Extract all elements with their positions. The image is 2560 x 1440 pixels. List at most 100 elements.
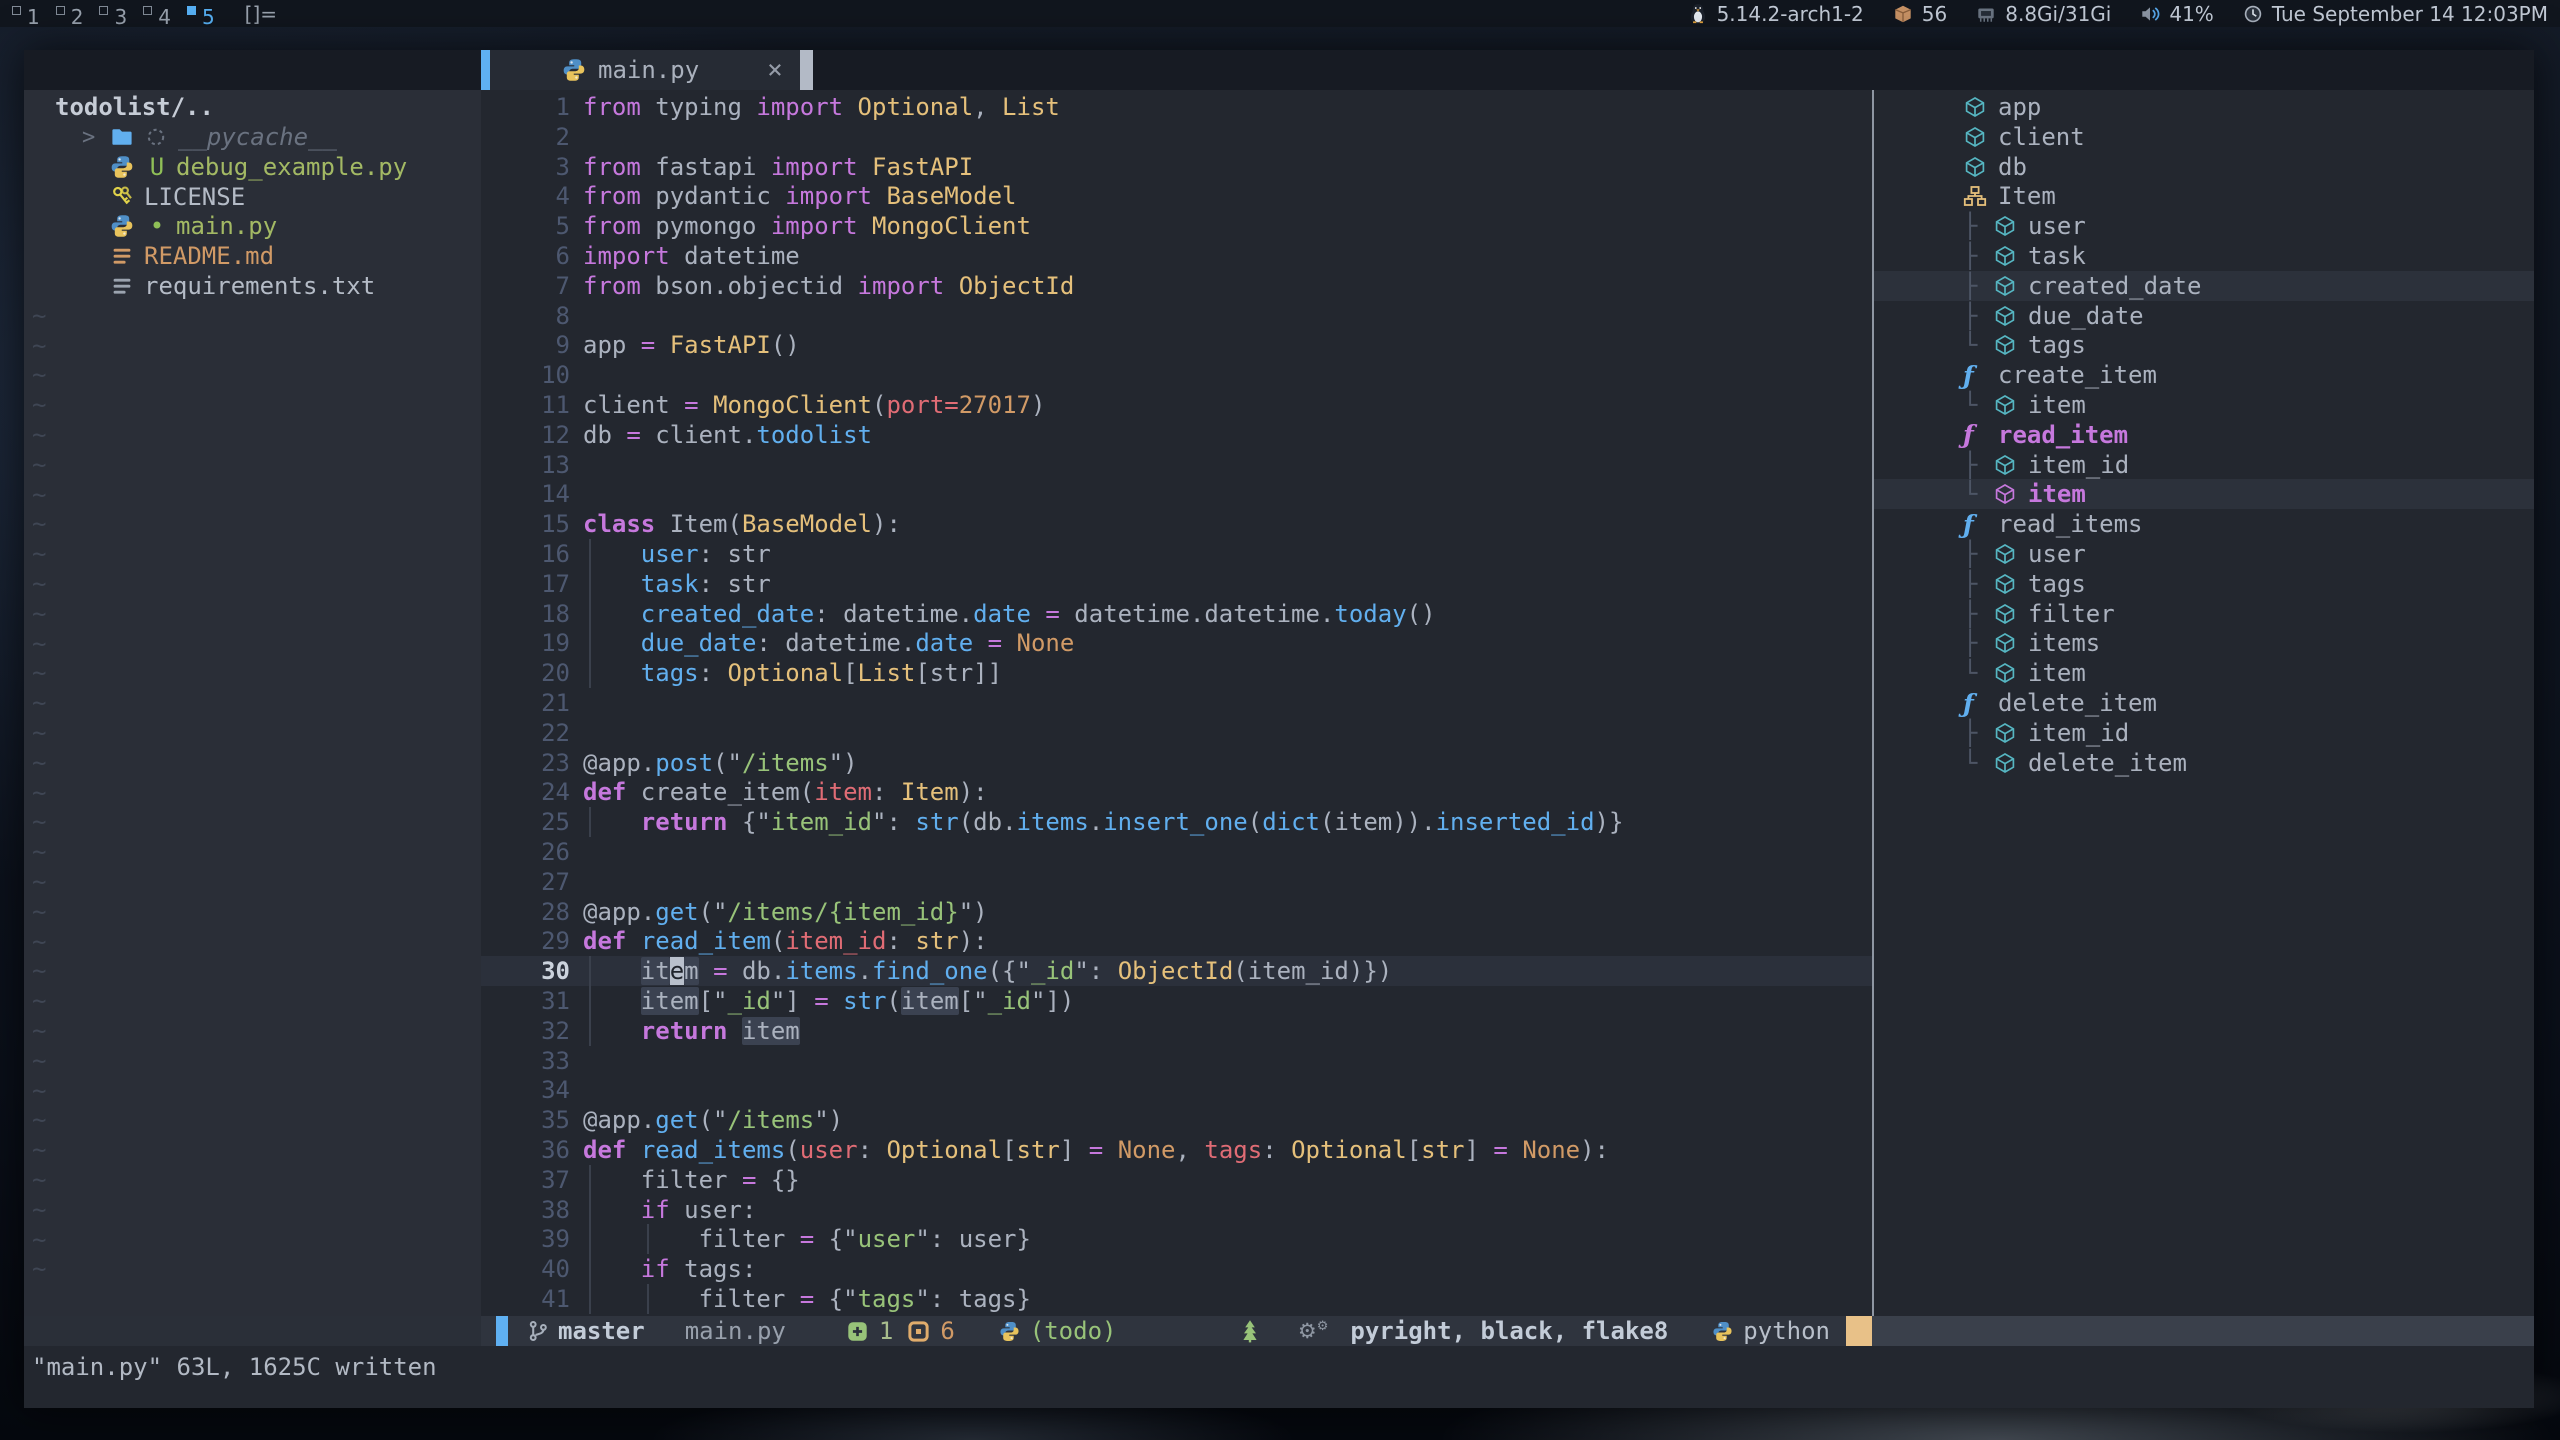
code-line-20[interactable]: 20 tags: Optional[List[str]] bbox=[481, 658, 1872, 688]
code-line-15[interactable]: 15class Item(BaseModel): bbox=[481, 509, 1872, 539]
code-line-23[interactable]: 23@app.post("/items") bbox=[481, 748, 1872, 778]
code-line-27[interactable]: 27 bbox=[481, 867, 1872, 897]
symbol-item_id[interactable]: ├item_id bbox=[1874, 450, 2534, 480]
workspace-2[interactable]: 2 bbox=[56, 5, 84, 29]
symbol-due_date[interactable]: ├due_date bbox=[1874, 301, 2534, 331]
indent-guide bbox=[647, 1224, 649, 1254]
code-line-39[interactable]: 39 filter = {"user": user} bbox=[481, 1224, 1872, 1254]
statusline-tagbar-segment bbox=[1872, 1316, 2534, 1346]
symbol-item_id[interactable]: ├item_id bbox=[1874, 718, 2534, 748]
tree-item-README-md[interactable]: README.md bbox=[24, 241, 481, 271]
code-line-7[interactable]: 7from bson.objectid import ObjectId bbox=[481, 271, 1872, 301]
symbol-Item[interactable]: Item bbox=[1874, 181, 2534, 211]
indent-guide bbox=[589, 986, 591, 1016]
symbol-db[interactable]: db bbox=[1874, 152, 2534, 182]
code-line-37[interactable]: 37 filter = {} bbox=[481, 1165, 1872, 1195]
code-line-26[interactable]: 26 bbox=[481, 837, 1872, 867]
symbol-tags[interactable]: ├tags bbox=[1874, 569, 2534, 599]
code-text: filter = {"user": user} bbox=[583, 1225, 1031, 1253]
code-line-14[interactable]: 14 bbox=[481, 479, 1872, 509]
code-text: filter = {"tags": tags} bbox=[583, 1285, 1031, 1313]
symbol-delete_item[interactable]: ƒdelete_item bbox=[1874, 688, 2534, 718]
code-text: app = FastAPI() bbox=[583, 331, 800, 359]
tab-title: main.py bbox=[598, 56, 699, 84]
tree-item-label: LICENSE bbox=[144, 183, 245, 211]
tree-item-main-py[interactable]: •main.py bbox=[24, 211, 481, 241]
symbol-client[interactable]: client bbox=[1874, 122, 2534, 152]
code-line-10[interactable]: 10 bbox=[481, 360, 1872, 390]
symbol-task[interactable]: ├task bbox=[1874, 241, 2534, 271]
line-number: 23 bbox=[481, 748, 570, 778]
code-line-9[interactable]: 9app = FastAPI() bbox=[481, 330, 1872, 360]
symbol-user[interactable]: ├user bbox=[1874, 211, 2534, 241]
code-line-5[interactable]: 5from pymongo import MongoClient bbox=[481, 211, 1872, 241]
tree-item-requirements-txt[interactable]: requirements.txt bbox=[24, 271, 481, 301]
code-line-2[interactable]: 2 bbox=[481, 122, 1872, 152]
symbol-tags[interactable]: └tags bbox=[1874, 330, 2534, 360]
code-line-28[interactable]: 28@app.get("/items/{item_id}") bbox=[481, 897, 1872, 927]
symbol-item[interactable]: └item bbox=[1874, 390, 2534, 420]
lsp-gear-icon: ⚙⚙ bbox=[1298, 1319, 1328, 1343]
code-line-41[interactable]: 41 filter = {"tags": tags} bbox=[481, 1284, 1872, 1314]
polybar-modules: 5.14.2-arch1-2 56 8.8Gi/31Gi 41% Tue Sep… bbox=[1687, 2, 2548, 26]
empty-line-tilde: ~ bbox=[32, 927, 62, 957]
line-number: 19 bbox=[481, 628, 570, 658]
code-line-4[interactable]: 4from pydantic import BaseModel bbox=[481, 181, 1872, 211]
code-line-17[interactable]: 17 task: str bbox=[481, 569, 1872, 599]
code-line-24[interactable]: 24def create_item(item: Item): bbox=[481, 777, 1872, 807]
code-line-19[interactable]: 19 due_date: datetime.date = None bbox=[481, 628, 1872, 658]
code-line-12[interactable]: 12db = client.todolist bbox=[481, 420, 1872, 450]
empty-line-tilde: ~ bbox=[32, 658, 62, 688]
symbol-read_items[interactable]: ƒread_items bbox=[1874, 509, 2534, 539]
tree-item--pycache-[interactable]: >__pycache__ bbox=[24, 122, 481, 152]
symbol-created_date[interactable]: ├created_date bbox=[1874, 271, 2534, 301]
code-text: @app.get("/items/{item_id}") bbox=[583, 898, 988, 926]
symbol-filter[interactable]: ├filter bbox=[1874, 599, 2534, 629]
code-line-33[interactable]: 33 bbox=[481, 1046, 1872, 1076]
tree-connector: ├ bbox=[1963, 212, 1993, 240]
code-line-6[interactable]: 6import datetime bbox=[481, 241, 1872, 271]
code-line-36[interactable]: 36def read_items(user: Optional[str] = N… bbox=[481, 1135, 1872, 1165]
line-number: 33 bbox=[481, 1046, 570, 1076]
code-line-22[interactable]: 22 bbox=[481, 718, 1872, 748]
code-line-1[interactable]: 1from typing import Optional, List bbox=[481, 92, 1872, 122]
symbol-item[interactable]: └item bbox=[1874, 479, 2534, 509]
code-line-3[interactable]: 3from fastapi import FastAPI bbox=[481, 152, 1872, 182]
symbol-delete_item[interactable]: └delete_item bbox=[1874, 748, 2534, 778]
empty-line-tilde: ~ bbox=[32, 360, 62, 390]
workspace-4[interactable]: 4 bbox=[143, 5, 171, 29]
code-line-8[interactable]: 8 bbox=[481, 301, 1872, 331]
workspace-5[interactable]: 5 bbox=[187, 5, 215, 29]
code-line-11[interactable]: 11client = MongoClient(port=27017) bbox=[481, 390, 1872, 420]
symbol-app[interactable]: app bbox=[1874, 92, 2534, 122]
code-line-29[interactable]: 29def read_item(item_id: str): bbox=[481, 926, 1872, 956]
tab-close-icon[interactable]: × bbox=[767, 55, 783, 85]
code-line-38[interactable]: 38 if user: bbox=[481, 1195, 1872, 1225]
workspace-3[interactable]: 3 bbox=[99, 5, 127, 29]
empty-line-tilde: ~ bbox=[32, 1076, 62, 1106]
tab-main-py[interactable]: main.py × bbox=[490, 50, 800, 90]
code-line-25[interactable]: 25 return {"item_id": str(db.items.inser… bbox=[481, 807, 1872, 837]
code-line-31[interactable]: 31 item["_id"] = str(item["_id"]) bbox=[481, 986, 1872, 1016]
code-line-32[interactable]: 32 return item bbox=[481, 1016, 1872, 1046]
symbol-items[interactable]: ├items bbox=[1874, 628, 2534, 658]
filetree-root[interactable]: todolist/.. bbox=[55, 92, 214, 122]
symbol-user[interactable]: ├user bbox=[1874, 539, 2534, 569]
code-line-40[interactable]: 40 if tags: bbox=[481, 1254, 1872, 1284]
code-line-30[interactable]: 30 item = db.items.find_one({"_id": Obje… bbox=[481, 956, 1872, 986]
workspace-1[interactable]: 1 bbox=[12, 5, 40, 29]
tree-item-debug-example-py[interactable]: Udebug_example.py bbox=[24, 152, 481, 182]
symbol-create_item[interactable]: ƒcreate_item bbox=[1874, 360, 2534, 390]
line-number: 24 bbox=[481, 777, 570, 807]
code-line-13[interactable]: 13 bbox=[481, 450, 1872, 480]
tree-item-LICENSE[interactable]: LICENSE bbox=[24, 182, 481, 212]
code-line-21[interactable]: 21 bbox=[481, 688, 1872, 718]
symbol-read_item[interactable]: ƒread_item bbox=[1874, 420, 2534, 450]
code-editor[interactable]: 1from typing import Optional, List23from… bbox=[481, 90, 1872, 1316]
code-line-34[interactable]: 34 bbox=[481, 1075, 1872, 1105]
symbol-item[interactable]: └item bbox=[1874, 658, 2534, 688]
code-line-16[interactable]: 16 user: str bbox=[481, 539, 1872, 569]
code-line-35[interactable]: 35@app.get("/items") bbox=[481, 1105, 1872, 1135]
lsp-servers: pyright, black, flake8 bbox=[1350, 1317, 1668, 1345]
code-line-18[interactable]: 18 created_date: datetime.date = datetim… bbox=[481, 599, 1872, 629]
